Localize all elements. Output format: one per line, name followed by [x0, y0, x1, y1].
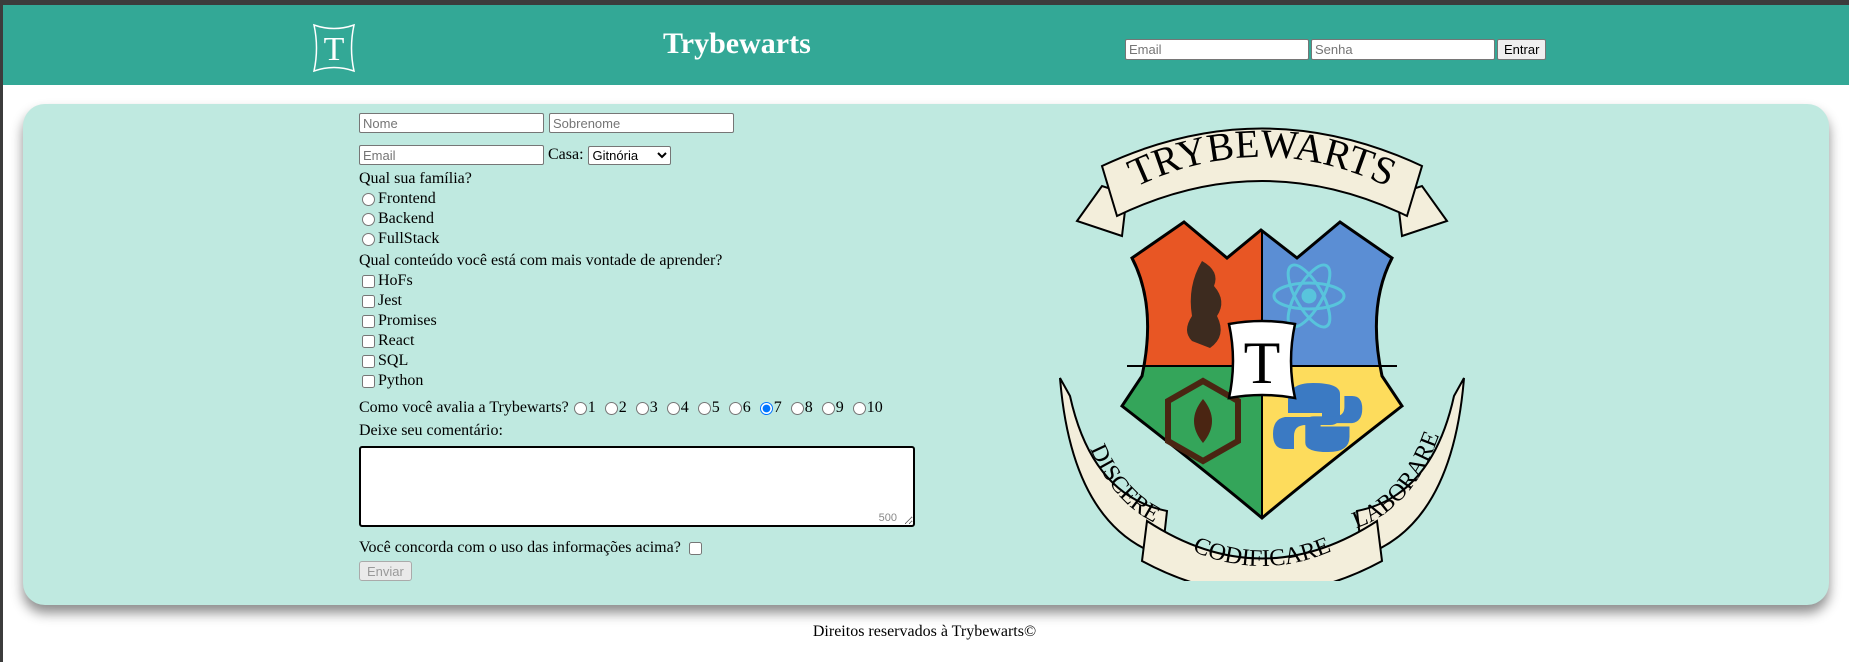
content-checkbox[interactable] [362, 374, 375, 388]
rating-option-label: 10 [866, 399, 883, 416]
rating-option[interactable]: 2 [600, 399, 627, 417]
rating-question: Como você avalia a Trybewarts? [359, 399, 569, 416]
comment-wrapper: 500 [359, 446, 919, 527]
rating-option-label: 7 [773, 399, 782, 416]
content-option[interactable]: Python [362, 371, 919, 391]
family-radio[interactable] [362, 192, 375, 206]
rating-radio[interactable] [666, 401, 680, 415]
logo-letter: T [324, 31, 345, 68]
rating-option[interactable]: 3 [631, 399, 658, 417]
main-card [23, 104, 1829, 605]
family-option-label: Backend [378, 210, 434, 227]
rating-option-label: 6 [742, 399, 751, 416]
family-radio[interactable] [362, 212, 375, 226]
email-input[interactable] [359, 145, 544, 165]
family-option-label: FullStack [378, 230, 440, 247]
rating-option[interactable]: 4 [662, 399, 689, 417]
comment-textarea[interactable] [359, 446, 915, 527]
rating-option-label: 1 [587, 399, 596, 416]
rating-option[interactable]: 9 [817, 399, 844, 417]
rating-option-label: 8 [804, 399, 813, 416]
content-option[interactable]: SQL [362, 351, 919, 371]
content-option[interactable]: HoFs [362, 271, 919, 291]
content-checkbox[interactable] [362, 294, 375, 308]
evaluation-form: Casa: Gitnória Qual sua família? Fronten… [359, 113, 919, 581]
content-option[interactable]: Promises [362, 311, 919, 331]
family-option[interactable]: FullStack [362, 229, 919, 249]
rating-option[interactable]: 8 [786, 399, 813, 417]
content-checkbox[interactable] [362, 314, 375, 328]
rating-options: 1 2 3 4 5 6 7 8 9 10 [569, 399, 887, 417]
rating-option-label: 3 [649, 399, 658, 416]
center-letter: T [1244, 330, 1281, 396]
left-border [0, 85, 3, 662]
content-option-label: Jest [378, 292, 402, 309]
content-checkbox[interactable] [362, 354, 375, 368]
rating-option[interactable]: 10 [848, 399, 883, 417]
footer: Direitos reservados à Trybewarts© [812, 623, 1037, 640]
family-option[interactable]: Backend [362, 209, 919, 229]
family-option[interactable]: Frontend [362, 189, 919, 209]
last-name-input[interactable] [549, 113, 734, 133]
house-select[interactable]: Gitnória [587, 145, 671, 165]
content-option-label: React [378, 332, 415, 349]
content-options: HoFs Jest Promises React SQL Python [359, 271, 919, 391]
content-option-label: Python [378, 372, 424, 389]
login-button[interactable]: Entrar [1497, 39, 1547, 60]
trybewarts-crest: TRYBEWARTS T DISCERE LABORARE CODIFICARE [1059, 126, 1465, 581]
family-radio[interactable] [362, 232, 375, 246]
login-email-input[interactable] [1125, 39, 1309, 60]
char-counter: 500 [878, 512, 897, 524]
content-option-label: HoFs [378, 272, 413, 289]
rating-radio[interactable] [697, 401, 711, 415]
rating-option-label: 2 [618, 399, 627, 416]
login-form: Entrar [1125, 39, 1547, 60]
content-option[interactable]: Jest [362, 291, 919, 311]
rating-radio[interactable] [759, 401, 773, 415]
content-question: Qual conteúdo você está com mais vontade… [359, 252, 723, 269]
rating-radio[interactable] [573, 401, 587, 415]
content-checkbox[interactable] [362, 274, 375, 288]
agreement-label: Você concorda com o uso das informações … [359, 539, 681, 556]
rating-group: Como você avalia a Trybewarts? 1 2 3 4 5 6 7 8 9… [359, 398, 919, 418]
rating-option-label: 4 [680, 399, 689, 416]
content-option-label: Promises [378, 312, 437, 329]
rating-option[interactable]: 7 [755, 399, 782, 417]
rating-option-label: 9 [835, 399, 844, 416]
top-header: T Trybewarts Entrar [0, 0, 1849, 85]
family-options: Frontend Backend FullStack [359, 189, 919, 249]
rating-radio[interactable] [635, 401, 649, 415]
house-label: Casa: [548, 146, 584, 163]
trybewarts-logo-icon: T [312, 23, 356, 73]
comment-label: Deixe seu comentário: [359, 422, 503, 439]
first-name-input[interactable] [359, 113, 544, 133]
content-option[interactable]: React [362, 331, 919, 351]
submit-button[interactable]: Enviar [359, 561, 412, 581]
rating-radio[interactable] [821, 401, 835, 415]
rating-option-label: 5 [711, 399, 720, 416]
agreement-checkbox[interactable] [688, 541, 702, 555]
login-password-input[interactable] [1311, 39, 1495, 60]
content-checkbox[interactable] [362, 334, 375, 348]
rating-option[interactable]: 5 [693, 399, 720, 417]
rating-radio[interactable] [852, 401, 866, 415]
rating-radio[interactable] [790, 401, 804, 415]
family-question: Qual sua família? [359, 170, 472, 187]
rating-option[interactable]: 1 [569, 399, 596, 417]
rating-option[interactable]: 6 [724, 399, 751, 417]
content-option-label: SQL [378, 352, 409, 369]
rating-radio[interactable] [728, 401, 742, 415]
rating-radio[interactable] [604, 401, 618, 415]
family-option-label: Frontend [378, 190, 436, 207]
page-title: Trybewarts [663, 27, 811, 60]
